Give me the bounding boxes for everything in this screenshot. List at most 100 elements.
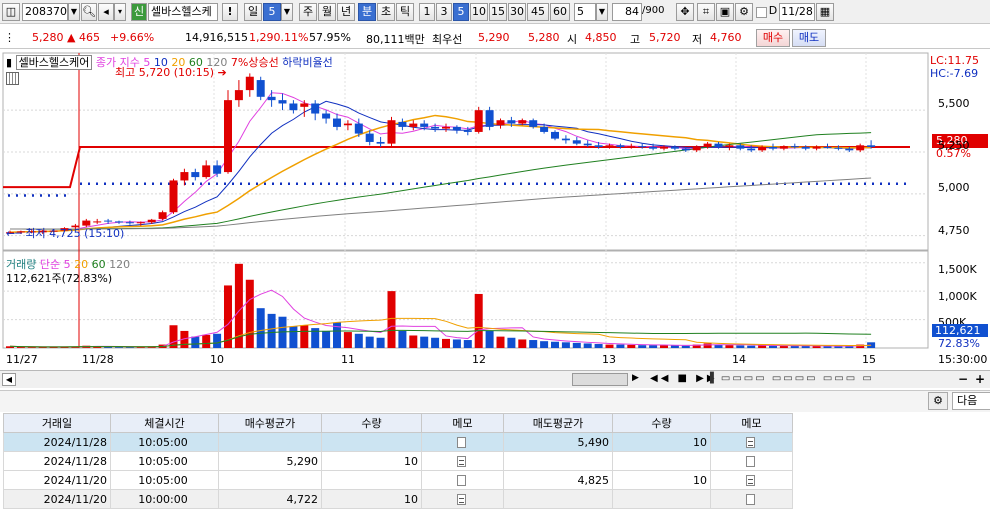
price-change-pct: +9.66% [110, 31, 155, 44]
volume-bar [245, 279, 254, 348]
table-row[interactable]: 2024/11/28 10:05:00 5,290 10 [3, 451, 793, 471]
memo-icon[interactable] [456, 437, 466, 448]
minute-60-button[interactable]: 60 [550, 3, 570, 21]
volume-bar [289, 326, 298, 348]
cell-buy-memo[interactable] [421, 489, 504, 509]
date-input[interactable]: 11/28 [779, 3, 815, 21]
stock-name-field[interactable]: 셀바스헬스케 [148, 3, 218, 21]
x-label-13: 13 [602, 353, 616, 366]
candle-body [409, 123, 418, 127]
window-icon[interactable]: ◫ [2, 3, 20, 21]
period-second-button[interactable]: 초 [377, 3, 395, 21]
candle-body [442, 126, 450, 129]
calendar-icon[interactable]: ▦ [816, 3, 834, 21]
volume-bar [485, 330, 494, 348]
volume-bar [561, 342, 570, 348]
volume-bar [376, 337, 385, 348]
memo-icon[interactable] [456, 494, 466, 505]
volume-bar [387, 291, 396, 348]
cell-sell-memo[interactable] [710, 470, 793, 490]
minute-3-button[interactable]: 3 [436, 3, 452, 21]
y-tick-5250: 5,250 [938, 139, 970, 152]
period-count-field[interactable]: 5 [263, 3, 281, 21]
next-button[interactable]: 다음 [952, 392, 990, 410]
memo-icon[interactable] [745, 494, 755, 505]
period-yearly-button[interactable]: 년 [337, 3, 355, 21]
quote-menu-icon[interactable]: ⋮ [4, 31, 15, 44]
cell-buy-memo[interactable] [421, 432, 504, 452]
stock-code-input[interactable]: 208370 [22, 3, 68, 21]
cell-sell-memo[interactable] [710, 489, 793, 509]
candle-body [289, 103, 298, 111]
candle-body [540, 126, 549, 132]
minute-10-button[interactable]: 10 [470, 3, 488, 21]
volume-bar [551, 341, 559, 348]
table-row[interactable]: 2024/11/20 10:00:00 4,722 10 [3, 489, 793, 509]
cell-buy-memo[interactable] [421, 451, 504, 471]
candlestick-chart[interactable] [0, 52, 990, 370]
chart-scrollbar[interactable]: ◀ ▶ ◀◀ ■ ▶▶ ▐ ▭▭▭▭ ▭▭▭▭ ▭▭▭ ▭ − + [0, 370, 990, 388]
minute-5-button[interactable]: 5 [453, 3, 469, 21]
memo-icon[interactable] [745, 456, 755, 467]
scroll-left-icon[interactable]: ◀ [2, 373, 16, 386]
bars-shown-input[interactable]: 84 [612, 3, 642, 21]
lc-label: LC:11.75 [930, 54, 980, 67]
zoom-out-icon[interactable]: − [958, 372, 968, 386]
interval-input[interactable]: 5 [574, 3, 596, 21]
panel-menu-icon[interactable]: ▮ [6, 56, 12, 69]
scroll-right-icon[interactable]: ▶ [632, 373, 646, 386]
volume-bar [725, 345, 734, 348]
save-icon[interactable]: ▣ [716, 3, 734, 21]
date-checkbox[interactable] [756, 7, 767, 18]
period-monthly-button[interactable]: 월 [318, 3, 336, 21]
zoom-in-icon[interactable]: + [975, 372, 985, 386]
indicator-icon[interactable]: ⌗ [697, 3, 715, 21]
chart-toolbar: ◫ 208370 ▼ 🔍︎ ◂ ▾ 신 셀바스헬스케 ! 일 5 ▼ 주 월 년… [0, 0, 990, 24]
code-dropdown-icon[interactable]: ▼ [68, 3, 80, 21]
candle-body [769, 146, 777, 149]
period-minute-button[interactable]: 분 [358, 3, 376, 21]
period-dropdown-icon[interactable]: ▼ [281, 3, 293, 21]
cell-sell-memo[interactable] [710, 432, 793, 452]
interval-dropdown-icon[interactable]: ▼ [596, 3, 608, 21]
speaker-icon[interactable]: ◂ [98, 3, 114, 21]
minute-15-button[interactable]: 15 [489, 3, 507, 21]
y-tick-5000: 5,000 [938, 181, 970, 194]
bars-total-label: /900 [642, 5, 665, 16]
scroll-thumb[interactable] [572, 373, 628, 386]
minute-1-button[interactable]: 1 [419, 3, 435, 21]
candle-body [583, 143, 592, 146]
memo-icon[interactable] [456, 456, 466, 467]
memo-icon[interactable] [456, 475, 466, 486]
sound-dropdown-icon[interactable]: ▾ [114, 3, 126, 21]
candle-body [322, 113, 331, 119]
date-checkbox-label: D [768, 4, 778, 17]
period-daily-button[interactable]: 일 [244, 3, 262, 21]
period-tick-button[interactable]: 틱 [396, 3, 414, 21]
drawing-tools-icons[interactable]: ▐ ▭▭▭▭ ▭▭▭▭ ▭▭▭ ▭ [706, 373, 874, 384]
chart-tools-icon[interactable]: ✥ [676, 3, 694, 21]
sell-button[interactable]: 매도 [792, 29, 826, 47]
minute-30-button[interactable]: 30 [508, 3, 526, 21]
cell-buy-memo[interactable] [421, 470, 504, 490]
cell-sell-qty: 10 [612, 470, 711, 490]
table-row[interactable]: 2024/11/28 10:05:00 5,490 10 [3, 432, 793, 452]
cell-sell-memo[interactable] [710, 451, 793, 471]
buy-button[interactable]: 매수 [756, 29, 790, 47]
alert-button[interactable]: ! [222, 3, 238, 21]
low-annotation: ←─ 최저 4,725 (15:10) [6, 227, 125, 240]
minute-45-button[interactable]: 45 [527, 3, 549, 21]
grid-toggle-icon[interactable] [6, 72, 19, 85]
settings-gear-icon[interactable]: ⚙ [735, 3, 753, 21]
candle-body [213, 165, 222, 174]
orders-settings-gear-icon[interactable]: ⚙ [928, 392, 948, 410]
period-weekly-button[interactable]: 주 [299, 3, 317, 21]
memo-icon[interactable] [745, 475, 755, 486]
memo-icon[interactable] [745, 437, 755, 448]
stock-label[interactable]: 셀바스헬스케어 [15, 55, 93, 70]
chart-area[interactable] [0, 52, 990, 370]
search-icon[interactable]: 🔍︎ [81, 3, 97, 21]
candle-body [867, 145, 876, 147]
vol-ma120-legend: 120 [109, 258, 131, 271]
table-row[interactable]: 2024/11/20 10:05:00 4,825 10 [3, 470, 793, 490]
